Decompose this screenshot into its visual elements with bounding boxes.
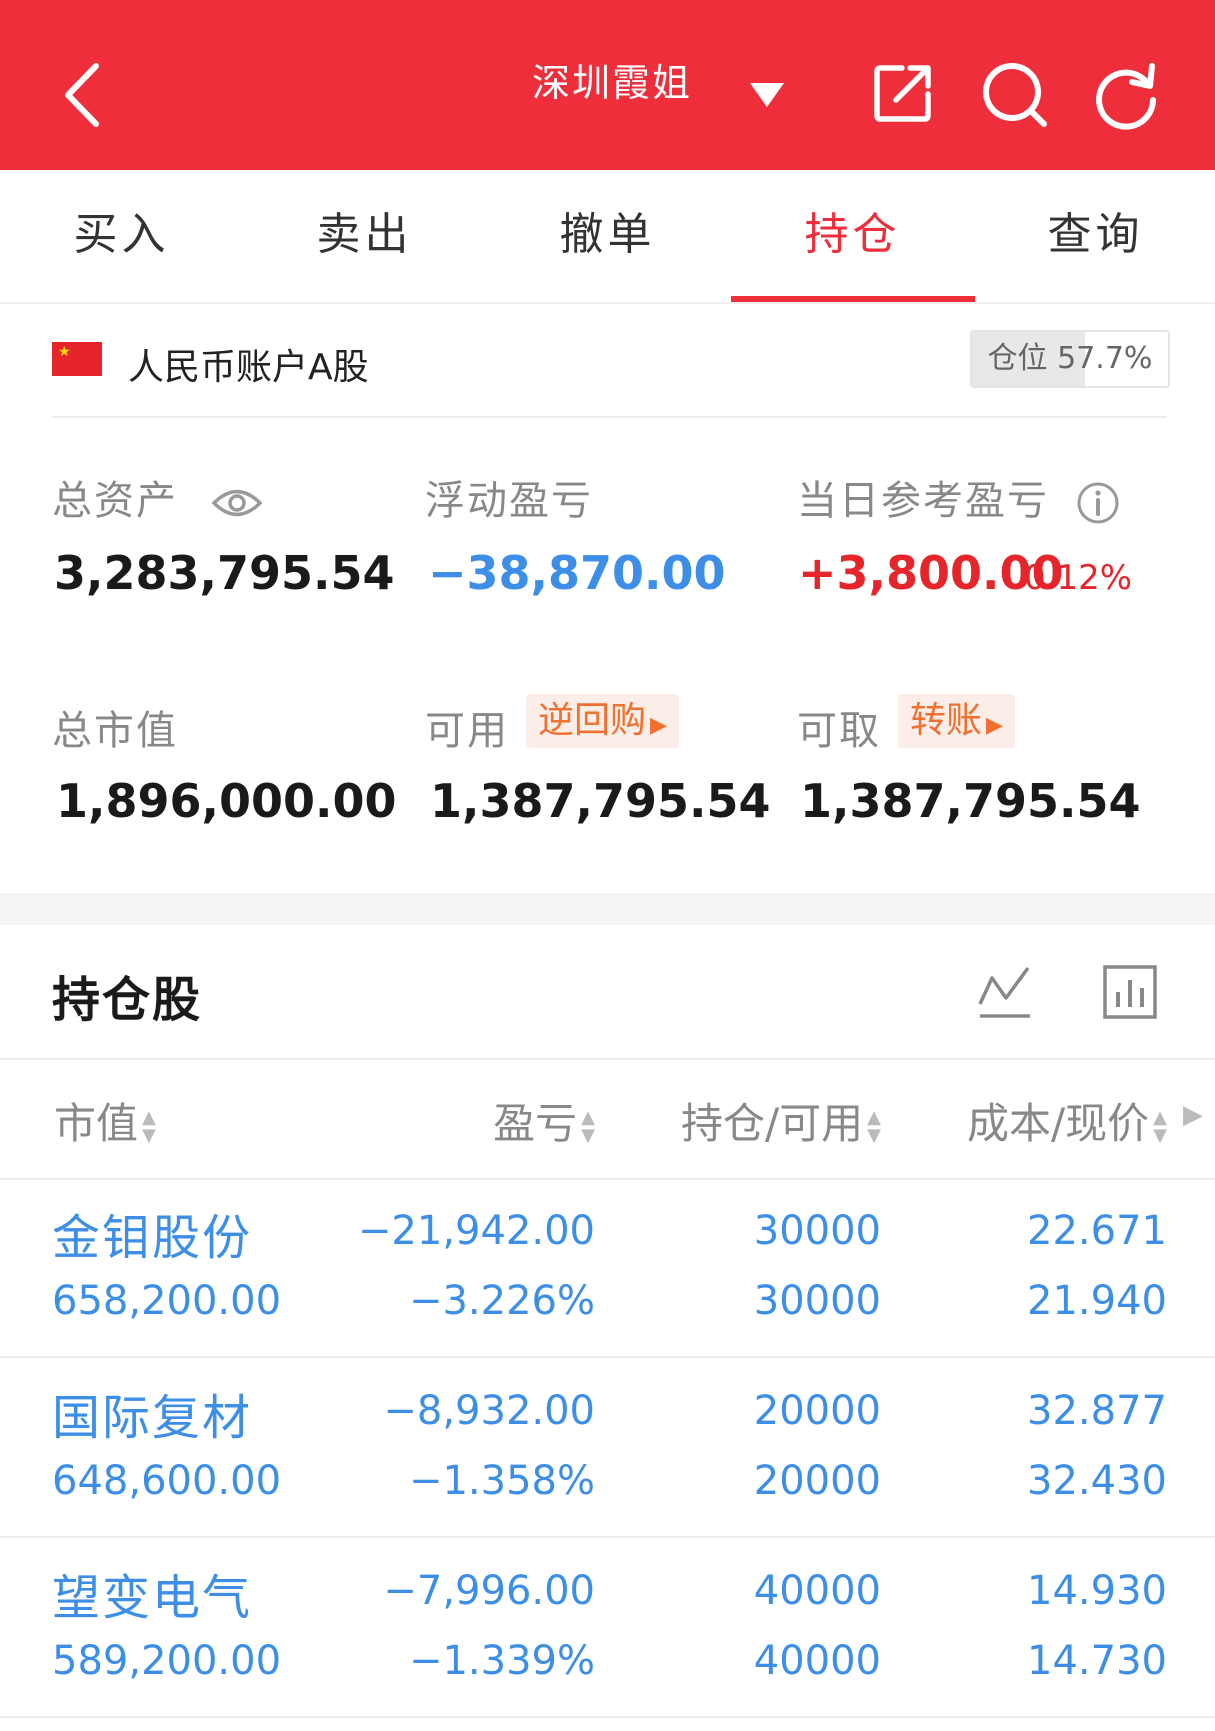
total-assets-label: 总资产 [52,468,263,526]
holding-row[interactable]: 国际复材 648,600.00 −8,932.00 −1.358% 20000 … [0,1358,1215,1538]
withdrawable-value: 1,387,795.54 [800,774,1141,828]
tab-query[interactable]: 查询 [974,170,1215,300]
refresh-icon[interactable] [1092,60,1162,130]
stock-pl: −21,942.00 [357,1208,595,1254]
china-flag-icon: ★ [52,342,102,376]
stock-price: 32.430 [1027,1458,1167,1504]
market-value-label: 总市值 [52,708,178,754]
stock-available: 30000 [753,1278,881,1324]
stock-name: 金钼股份 [52,1210,253,1266]
column-hold-available[interactable]: 持仓/可用 ▲ ▼ [681,1090,881,1151]
daily-pl-percent: 0.12% [1024,558,1133,598]
sort-icon: ▲ ▼ [1153,1106,1167,1146]
total-assets-value: 3,283,795.54 [54,546,395,600]
position-ratio-badge: 仓位 57.7% [970,330,1170,388]
stock-name: 国际复材 [52,1390,253,1446]
sort-icon: ▲ ▼ [142,1106,156,1146]
holdings-title: 持仓股 [52,972,203,1028]
column-market-value[interactable]: 市值 ▲ ▼ [54,1090,156,1151]
stock-available: 40000 [753,1638,881,1684]
floating-pl-label: 浮动盈亏 [425,478,593,524]
active-tab-indicator [731,296,975,302]
stock-pl-percent: −1.339% [408,1638,595,1684]
eye-icon[interactable] [211,486,263,520]
stock-name: 望变电气 [52,1570,253,1626]
stock-market-value: 648,600.00 [52,1458,282,1504]
stock-hold: 30000 [753,1208,881,1254]
tab-holdings[interactable]: 持仓 [731,170,974,300]
stock-price: 21.940 [1027,1278,1167,1324]
search-icon[interactable] [980,60,1050,130]
transfer-button[interactable]: 转账 ▶ [898,694,1015,748]
caret-right-icon: ▶ [986,713,1003,738]
dropdown-triangle-icon[interactable] [748,80,786,110]
withdrawable-label: 可取 [797,708,881,754]
position-ratio-text: 仓位 57.7% [987,341,1153,376]
bar-chart-icon[interactable] [1102,964,1158,1020]
reverse-repo-button[interactable]: 逆回购 ▶ [526,694,679,748]
daily-pl-label: 当日参考盈亏 [797,468,1120,526]
stock-pl: −7,996.00 [383,1568,595,1614]
tab-buy[interactable]: 买入 [0,170,243,300]
holding-row[interactable]: 金钼股份 658,200.00 −21,942.00 −3.226% 30000… [0,1178,1215,1358]
stock-cost: 32.877 [1027,1388,1167,1434]
sort-icon: ▲ ▼ [867,1106,881,1146]
section-divider [0,893,1215,925]
stock-pl: −8,932.00 [383,1388,595,1434]
column-profit-loss[interactable]: 盈亏 ▲ ▼ [493,1090,595,1151]
stock-cost: 14.930 [1027,1568,1167,1614]
account-label: 人民币账户A股 [128,347,369,388]
line-chart-icon[interactable] [976,962,1034,1020]
stock-pl-percent: −3.226% [408,1278,595,1324]
stock-market-value: 589,200.00 [52,1638,282,1684]
share-icon[interactable] [872,62,934,124]
floating-pl-value: −38,870.00 [428,546,726,600]
available-value: 1,387,795.54 [430,774,771,828]
stock-market-value: 658,200.00 [52,1278,282,1324]
stock-pl-percent: −1.358% [408,1458,595,1504]
tab-sell[interactable]: 卖出 [243,170,486,300]
stock-price: 14.730 [1027,1638,1167,1684]
tab-cancel[interactable]: 撤单 [486,170,729,300]
holdings-table-header: 市值 ▲ ▼ 盈亏 ▲ ▼ 持仓/可用 ▲ ▼ 成本/现价 ▲ ▼ ▶ [0,1058,1215,1180]
stock-cost: 22.671 [1027,1208,1167,1254]
available-label: 可用 [425,708,509,754]
transfer-label: 转账 [910,700,983,741]
top-bar: 深圳霞姐 [0,0,1215,170]
reverse-repo-label: 逆回购 [538,700,647,741]
account-title[interactable]: 深圳霞姐 [532,52,692,107]
stock-available: 20000 [753,1458,881,1504]
scroll-right-icon[interactable]: ▶ [1183,1100,1203,1130]
back-icon[interactable] [56,60,106,130]
caret-right-icon: ▶ [650,713,667,738]
holding-row[interactable]: 望变电气 589,200.00 −7,996.00 −1.339% 40000 … [0,1538,1215,1718]
sort-icon: ▲ ▼ [581,1106,595,1146]
trade-tabs: 买入 卖出 撤单 持仓 查询 [0,170,1215,304]
market-value-value: 1,896,000.00 [56,774,397,828]
stock-hold: 20000 [753,1388,881,1434]
account-row[interactable]: ★ 人民币账户A股 仓位 57.7% [52,330,1170,418]
column-cost-price[interactable]: 成本/现价 ▲ ▼ [967,1090,1167,1151]
info-icon[interactable] [1076,481,1120,525]
stock-hold: 40000 [753,1568,881,1614]
